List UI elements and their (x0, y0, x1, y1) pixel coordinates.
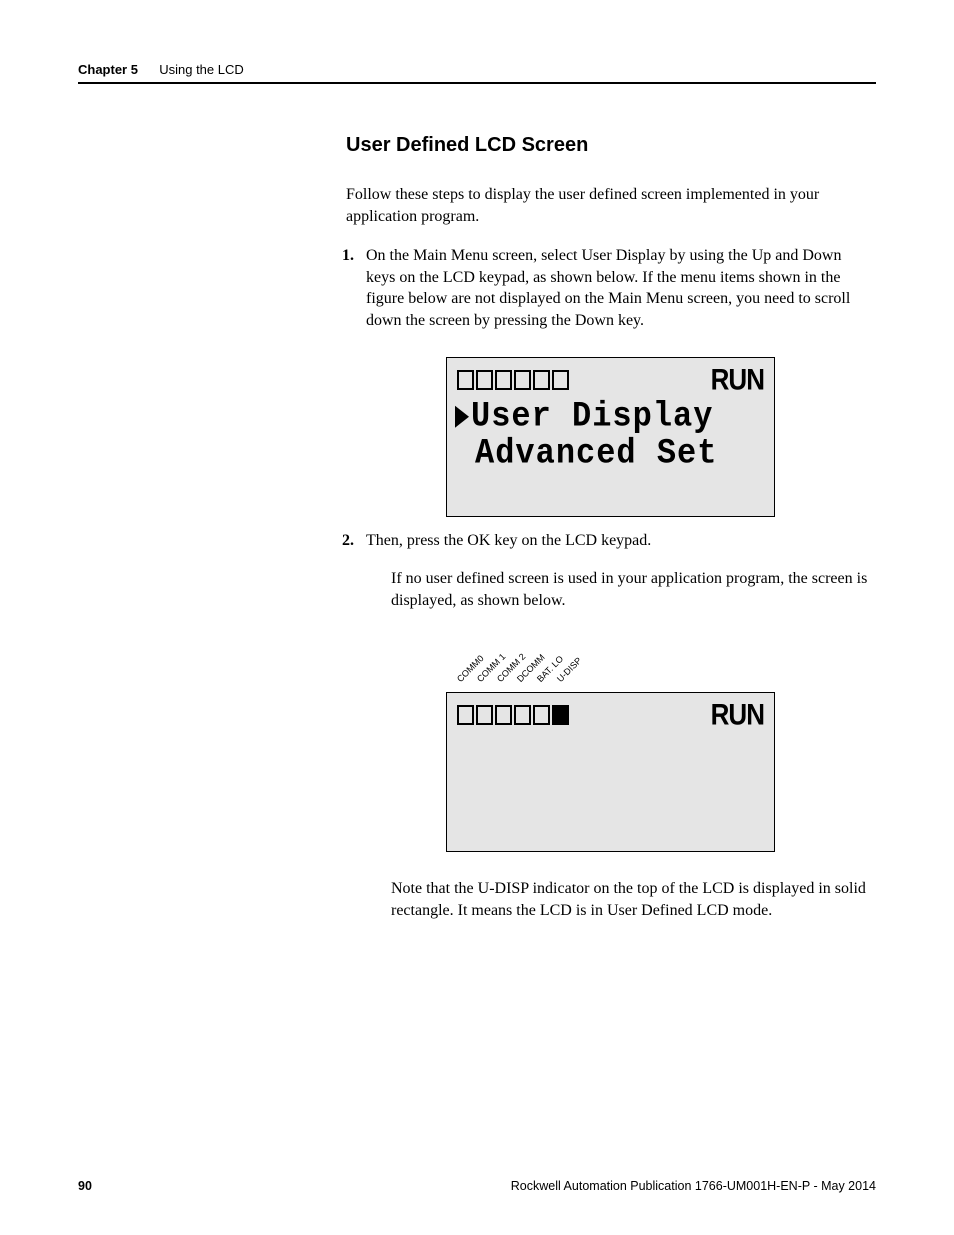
step-2-text: Then, press the OK key on the LCD keypad… (366, 532, 651, 549)
step-1: 1. On the Main Menu screen, select User … (366, 245, 868, 331)
section-title: User Defined LCD Screen (346, 134, 588, 157)
step-2-paragraph: If no user defined screen is used in you… (391, 568, 868, 611)
lcd2-label-row: COMM0 COMM 1 COMM 2 DCOMM BAT. LO U-DISP (452, 638, 632, 688)
page: Chapter 5 Using the LCD User Defined LCD… (0, 0, 954, 1235)
indicator-box (514, 705, 531, 725)
indicator-box (533, 705, 550, 725)
indicator-box (457, 705, 474, 725)
lcd1-top-row: RUN (447, 358, 774, 397)
lcd1-line2: Advanced Set (447, 434, 774, 474)
lcd1-line1-text: User Display (471, 396, 713, 437)
indicator-box (552, 370, 569, 390)
publication-line: Rockwell Automation Publication 1766-UM0… (511, 1179, 876, 1193)
header-rule (78, 82, 876, 84)
indicator-box (495, 705, 512, 725)
indicator-box (457, 370, 474, 390)
page-header: Chapter 5 Using the LCD (78, 62, 876, 78)
lcd2-top-row: RUN (447, 693, 774, 732)
pointer-icon (455, 406, 469, 428)
indicator-box (514, 370, 531, 390)
lcd2-indicators (457, 705, 569, 725)
lcd1-indicators (457, 370, 569, 390)
chapter-label: Chapter 5 (78, 62, 138, 77)
indicator-box (476, 370, 493, 390)
chapter-title: Using the LCD (159, 62, 244, 77)
indicator-box (533, 370, 550, 390)
lcd2-run-label: RUN (711, 697, 764, 733)
lcd1-run-label: RUN (711, 362, 764, 398)
lcd1-line1: User Display (447, 397, 774, 437)
lcd-screenshot-1: RUN User Display Advanced Set (446, 357, 775, 517)
indicator-box (495, 370, 512, 390)
step-1-number: 1. (342, 245, 354, 267)
step-1-text: On the Main Menu screen, select User Dis… (366, 247, 850, 329)
step-2: 2. Then, press the OK key on the LCD key… (366, 530, 868, 552)
step-2-number: 2. (342, 530, 354, 552)
indicator-box (476, 705, 493, 725)
lcd-screenshot-2: RUN (446, 692, 775, 852)
page-footer: 90 Rockwell Automation Publication 1766-… (78, 1179, 876, 1193)
note-paragraph: Note that the U-DISP indicator on the to… (391, 878, 868, 921)
page-number: 90 (78, 1179, 92, 1193)
indicator-box-solid (552, 705, 569, 725)
intro-paragraph: Follow these steps to display the user d… (346, 184, 868, 227)
